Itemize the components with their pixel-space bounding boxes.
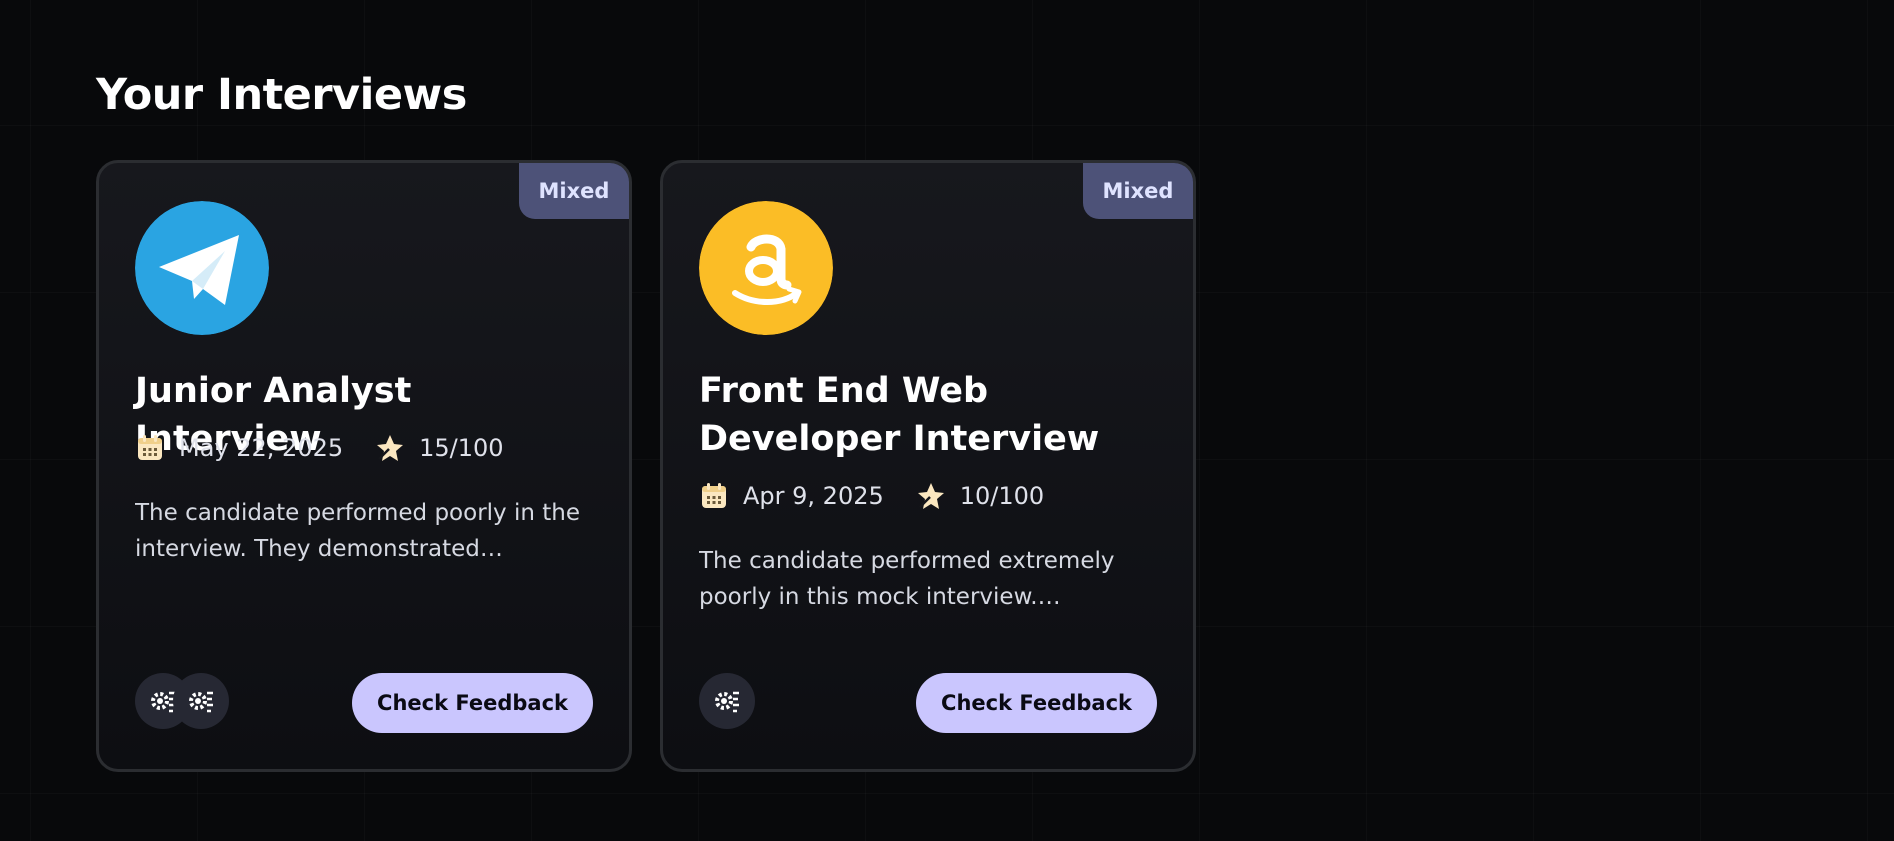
interview-description: The candidate performed extremely poorly… <box>699 548 1115 610</box>
amazon-logo-icon <box>699 201 833 335</box>
interview-meta: May 22, 2025 15/100 <box>135 433 504 463</box>
check-feedback-button[interactable]: Check Feedback <box>916 673 1157 733</box>
interview-type-badge: Mixed <box>1083 163 1193 219</box>
interview-score: 10/100 <box>959 482 1045 510</box>
interviews-page: Your Interviews Mixed Junior Analyst Int… <box>0 0 1894 841</box>
interview-description: The candidate performed poorly in the in… <box>135 500 580 562</box>
tech-stack-icons <box>135 673 229 733</box>
section-title: Your Interviews <box>96 70 467 120</box>
interview-meta: Apr 9, 2025 10/100 <box>699 481 1044 511</box>
calendar-icon <box>135 433 165 463</box>
interview-role-title: Front End Web Developer Interview <box>699 371 1100 459</box>
interview-score: 15/100 <box>419 434 504 462</box>
interview-date: May 22, 2025 <box>179 434 344 462</box>
interview-card: Mixed Junior Analyst Interview May 22, 2… <box>96 160 632 772</box>
tech-stack-icons <box>699 673 755 733</box>
calendar-icon <box>699 481 729 511</box>
check-feedback-button[interactable]: Check Feedback <box>352 673 593 733</box>
star-icon <box>916 481 946 511</box>
telegram-logo-icon <box>135 201 269 335</box>
tech-stack-icon <box>699 673 755 729</box>
interview-type-badge: Mixed <box>519 163 629 219</box>
interview-card: Mixed Front End Web Developer Interview <box>660 160 1196 772</box>
tech-stack-icon <box>173 673 229 729</box>
interview-date: Apr 9, 2025 <box>743 482 884 510</box>
star-icon <box>375 433 405 463</box>
